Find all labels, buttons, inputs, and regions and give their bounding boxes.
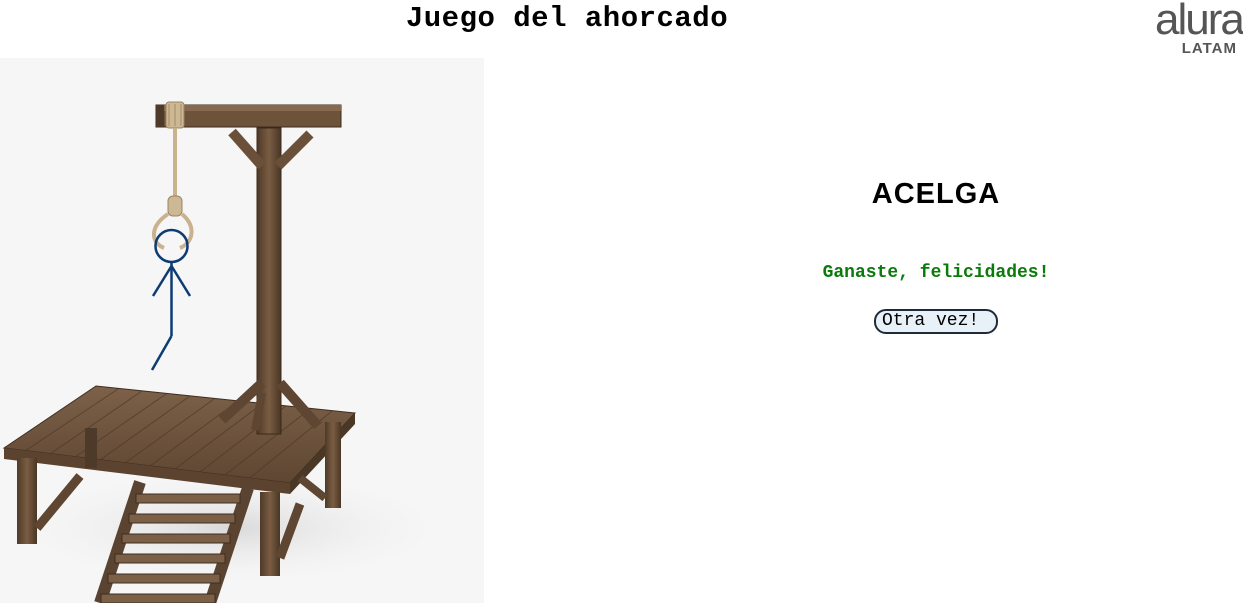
gallows-canvas [0, 58, 484, 603]
game-panel: ACELGA Ganaste, felicidades! Otra vez! [484, 58, 1243, 603]
alura-latam-logo: alura LATAM [1155, 0, 1243, 60]
figure-left-leg [150, 335, 173, 371]
hangman-page: Juego del ahorcado alura LATAM ACELGA Ga… [0, 0, 1243, 603]
gallows-illustration [0, 101, 460, 603]
figure-left-arm [151, 265, 173, 297]
figure-right-arm [170, 265, 192, 297]
secret-word: ACELGA [871, 178, 1001, 210]
stick-figure [150, 228, 192, 371]
gallows-post [218, 127, 322, 435]
logo-wordmark: alura [1155, 0, 1243, 44]
play-again-button[interactable]: Otra vez! [874, 309, 998, 334]
win-message: Ganaste, felicidades! [822, 263, 1050, 283]
page-title: Juego del ahorcado [405, 2, 729, 35]
